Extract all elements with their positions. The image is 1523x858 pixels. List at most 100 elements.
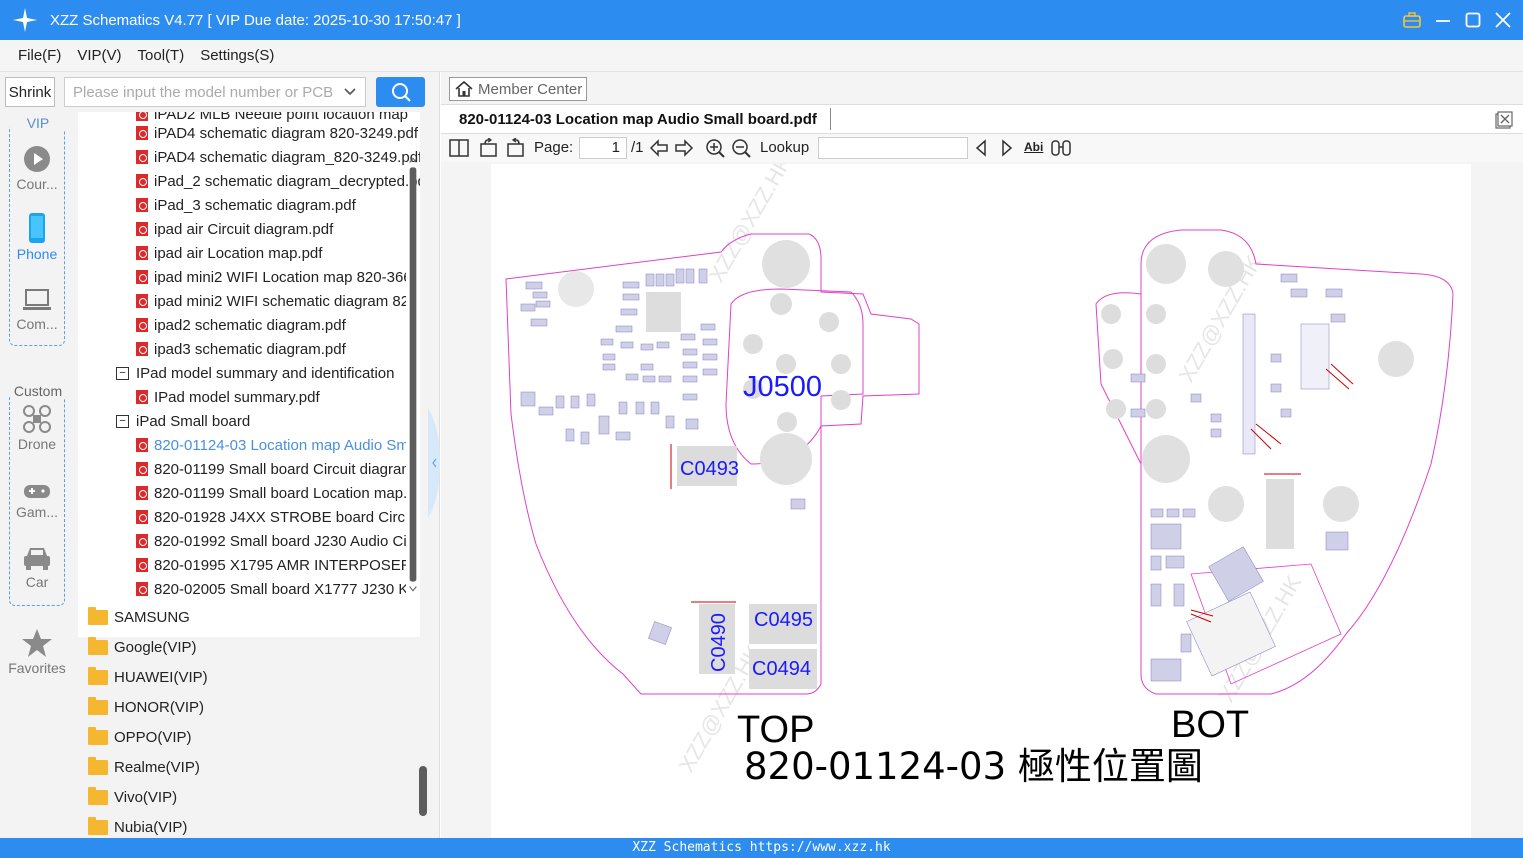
category-courses[interactable]: Cour... (0, 144, 74, 192)
briefcase-icon[interactable] (1403, 12, 1421, 28)
shrink-button[interactable]: Shrink (5, 77, 55, 107)
tree-item[interactable]: 820-02005 Small board X1777 J230 Keyboar… (136, 577, 406, 601)
collapse-icon[interactable]: − (116, 414, 129, 428)
find-all-icon[interactable] (1050, 138, 1072, 158)
tree-item-selected[interactable]: 820-01124-03 Location map Audio Small bo… (136, 433, 406, 457)
pad (831, 390, 851, 410)
sidebar-toggle-icon[interactable] (449, 138, 469, 158)
tree-scrollbar[interactable] (408, 112, 418, 637)
tree-item[interactable]: ipad2 schematic diagram.pdf (136, 313, 420, 337)
document-tab[interactable]: 820-01124-03 Location map Audio Small bo… (441, 104, 1523, 134)
tree-folder[interactable]: − IPad model summary and identification (116, 361, 420, 385)
pdf-icon (136, 510, 148, 524)
category-drone[interactable]: Drone (0, 404, 74, 452)
lookup-input[interactable] (818, 137, 968, 159)
maximize-icon[interactable] (1465, 12, 1481, 28)
tree-item[interactable]: 820-01928 J4XX STROBE board Circuit diag… (136, 505, 406, 529)
next-page-icon[interactable] (673, 138, 695, 158)
category-car[interactable]: Car (0, 544, 74, 590)
tree-item[interactable]: ipad mini2 WIFI Location map 820-3664.pd… (136, 265, 406, 289)
folder-oppo[interactable]: OPPO(VIP) (88, 722, 192, 752)
find-prev-icon[interactable] (973, 138, 989, 158)
drawing-caption: 820-01124-03 極性位置圖 (744, 745, 1203, 788)
folder-honor[interactable]: HONOR(VIP) (88, 692, 204, 722)
tree-item[interactable]: ipad air Circuit diagram.pdf (136, 217, 420, 241)
find-next-icon[interactable] (999, 138, 1015, 158)
tree-item[interactable]: 820-01992 Small board J230 Audio Circuit… (136, 529, 406, 553)
collapse-icon[interactable]: − (116, 366, 129, 380)
menu-vip[interactable]: VIP(V) (77, 47, 121, 64)
tree-item[interactable]: IPad model summary.pdf (136, 385, 420, 409)
folder-scrollbar[interactable] (418, 766, 428, 816)
connector-strip (1242, 313, 1256, 455)
menu-settings[interactable]: Settings(S) (200, 47, 274, 64)
folder-google[interactable]: Google(VIP) (88, 632, 197, 662)
tree-item[interactable]: iPAD4 schematic diagram 820-3249.pdf (136, 121, 420, 145)
pdf-icon (136, 222, 148, 236)
search-button[interactable] (376, 77, 425, 107)
menu-file[interactable]: File(F) (18, 47, 61, 64)
tree-item[interactable]: 820-01199 Small board Circuit diagram.pd… (136, 457, 406, 481)
tree-item[interactable]: ipad3 schematic diagram.pdf (136, 337, 420, 361)
category-game[interactable]: Gam... (0, 480, 74, 520)
category-favorites[interactable]: Favorites (0, 628, 74, 676)
pad (1106, 399, 1126, 419)
search-input[interactable]: Please input the model number or PCB (64, 77, 366, 107)
folder-icon (88, 696, 108, 715)
board-drawing: XZZ@XZZ.HK XZZ@XZZ.HK XZZ@XZZ.HK XZZ@XZZ… (505, 151, 1454, 788)
member-center-button[interactable]: Member Center (449, 77, 587, 101)
ic-chip (1300, 323, 1330, 390)
mount-hole (1146, 244, 1186, 284)
pdf-icon (136, 390, 148, 404)
cap-label-c0495: C0495 (754, 609, 813, 631)
vip-group-label: VIP (10, 115, 66, 131)
category-computer[interactable]: Com... (0, 286, 74, 332)
window-title: XZZ Schematics V4.77 [ VIP Due date: 202… (50, 11, 461, 29)
zoom-in-icon[interactable] (705, 138, 725, 158)
document-tab-label: 820-01124-03 Location map Audio Small bo… (459, 111, 817, 128)
tree-item[interactable]: ipad mini2 WIFI schematic diagram 820-36… (136, 289, 406, 313)
close-tab-icon[interactable] (1495, 111, 1513, 129)
menu-tool[interactable]: Tool(T) (138, 47, 185, 64)
folder-vivo[interactable]: Vivo(VIP) (88, 782, 177, 812)
pdf-icon (136, 198, 148, 212)
app-logo-icon (13, 8, 37, 32)
folder-realme[interactable]: Realme(VIP) (88, 752, 200, 782)
pdf-icon (136, 270, 148, 284)
gamepad-icon (24, 485, 50, 498)
mount-hole (1208, 486, 1244, 522)
pdf-page[interactable]: XZZ@XZZ.HK XZZ@XZZ.HK XZZ@XZZ.HK XZZ@XZZ… (491, 151, 1471, 838)
left-panel: Shrink Please input the model number or … (0, 72, 440, 838)
match-case-button[interactable]: Abi (1024, 140, 1043, 154)
pad (770, 293, 792, 315)
page-number-input[interactable]: 1 (579, 137, 627, 159)
folder-huawei[interactable]: HUAWEI(VIP) (88, 662, 208, 692)
tree-folder[interactable]: − iPad Small board (116, 409, 420, 433)
category-phone[interactable]: Phone (0, 212, 74, 262)
rotate-left-icon[interactable] (479, 138, 499, 158)
minimize-icon[interactable] (1435, 12, 1451, 28)
chevron-down-icon[interactable] (343, 84, 357, 100)
tree-item[interactable]: iPad_3 schematic diagram.pdf (136, 193, 420, 217)
mount-hole (1323, 486, 1359, 522)
zoom-out-icon[interactable] (731, 138, 751, 158)
tree-item[interactable]: iPAD4 schematic diagram_820-3249.pdf (136, 145, 420, 169)
pdf-toolbar: Page: 1 /1 Lookup Abi (441, 134, 1523, 162)
folder-icon (88, 786, 108, 805)
rotate-right-icon[interactable] (505, 138, 525, 158)
tree-item[interactable]: 820-01199 Small board Location map.pdf (136, 481, 406, 505)
tree-item[interactable]: 820-01995 X1795 AMR INTERPOSER Circuit d… (136, 553, 406, 577)
star-icon (22, 629, 52, 657)
pad (819, 312, 839, 332)
laptop-icon (23, 289, 51, 310)
prev-page-icon[interactable] (648, 138, 670, 158)
viewer-panel: Member Center 820-01124-03 Location map … (441, 72, 1523, 838)
splitter-handle[interactable] (428, 408, 440, 518)
close-icon[interactable] (1495, 12, 1511, 28)
folder-samsung[interactable]: SAMSUNG (88, 602, 190, 632)
pdf-icon (136, 438, 148, 452)
tree-item[interactable]: iPad_2 schematic diagram_decrypted.pdf (136, 169, 420, 193)
mount-hole (1378, 341, 1414, 377)
tree-item[interactable]: ipad air Location map.pdf (136, 241, 420, 265)
cap-label-c0493: C0493 (680, 458, 739, 480)
